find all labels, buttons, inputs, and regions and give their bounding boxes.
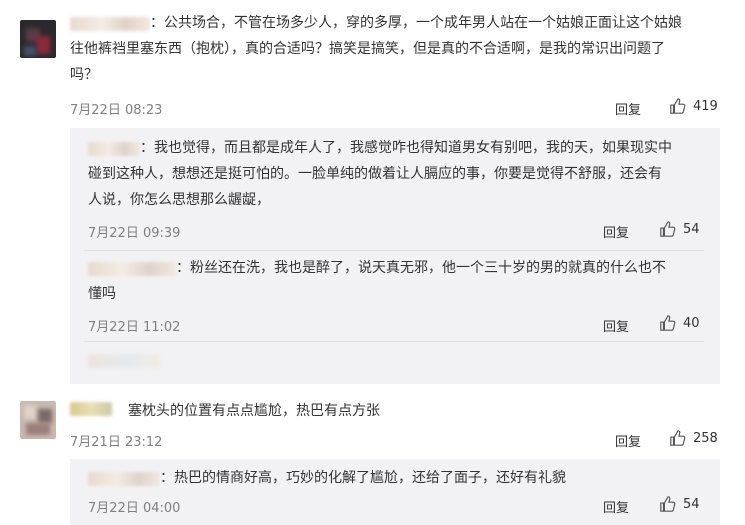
reply-text: 人说，你怎么思想那么龌龊， bbox=[88, 192, 270, 208]
thumbs-up-icon bbox=[660, 496, 676, 512]
divider bbox=[84, 250, 704, 251]
reply-time: 7月22日 11:02 bbox=[88, 320, 181, 335]
reply-button[interactable]: 回复 bbox=[615, 99, 641, 118]
like-button[interactable]: 40 bbox=[659, 314, 700, 332]
reply-text: 碰到这种人，想想还是挺可怕的。一脸单纯的做着让人膈应的事，你要是觉得不舒服，还会… bbox=[88, 166, 662, 182]
like-count: 54 bbox=[683, 221, 700, 237]
reply-time: 7月22日 09:39 bbox=[88, 226, 181, 241]
comment-text: 塞枕头的位置有点点尴尬，热巴有点方张 bbox=[128, 403, 380, 419]
like-count: 258 bbox=[693, 430, 718, 446]
comment-text: ：公共场合，不管在场多少人，穿的多厚，一个成年男人站在一个姑娘正面让这个姑娘 bbox=[150, 15, 682, 31]
comment-time: 7月21日 23:12 bbox=[70, 435, 163, 450]
reply-text: ：热巴的情商好高，巧妙的化解了尴尬，还给了面子，还好有礼貌 bbox=[160, 470, 566, 486]
reply-time: 7月22日 04:00 bbox=[88, 501, 181, 516]
like-button[interactable]: 419 bbox=[669, 97, 718, 115]
like-button[interactable]: 54 bbox=[659, 220, 700, 238]
thumbs-up-icon bbox=[670, 430, 686, 446]
like-button[interactable]: 258 bbox=[669, 429, 718, 447]
reply-button[interactable]: 回复 bbox=[603, 316, 629, 335]
reply-text: 懂吗 bbox=[88, 286, 116, 302]
avatar[interactable] bbox=[20, 20, 56, 58]
reply-button[interactable]: 回复 bbox=[615, 431, 641, 450]
like-button[interactable]: 54 bbox=[659, 495, 700, 513]
thumbs-up-icon bbox=[660, 315, 676, 331]
reply-button[interactable]: 回复 bbox=[603, 497, 629, 516]
reply-text: ：我也觉得，而且都是成年人了，我感觉咋也得知道男女有别吧，我的天，如果现实中 bbox=[140, 140, 672, 156]
username[interactable] bbox=[88, 142, 140, 156]
comment-text: 吗？ bbox=[70, 67, 98, 83]
thumbs-up-icon bbox=[670, 98, 686, 114]
username[interactable] bbox=[88, 262, 176, 276]
username[interactable] bbox=[70, 17, 150, 31]
comment-text: 往他裤裆里塞东西（抱枕），真的合适吗？搞笑是搞笑，但是真的不合适啊，是我的常识出… bbox=[70, 41, 665, 57]
like-count: 54 bbox=[683, 496, 700, 512]
avatar[interactable] bbox=[20, 401, 56, 439]
comment-time: 7月22日 08:23 bbox=[70, 103, 163, 118]
reply-button[interactable]: 回复 bbox=[603, 222, 629, 241]
like-count: 419 bbox=[693, 98, 718, 114]
username[interactable] bbox=[70, 402, 112, 416]
username[interactable] bbox=[88, 472, 160, 486]
reply-text: ：粉丝还在洗，我也是醉了，说天真无邪，他一个三十岁的男的就真的什么也不 bbox=[176, 260, 666, 276]
thumbs-up-icon bbox=[660, 221, 676, 237]
divider bbox=[84, 341, 704, 342]
like-count: 40 bbox=[683, 315, 700, 331]
view-more-replies[interactable] bbox=[88, 354, 160, 368]
